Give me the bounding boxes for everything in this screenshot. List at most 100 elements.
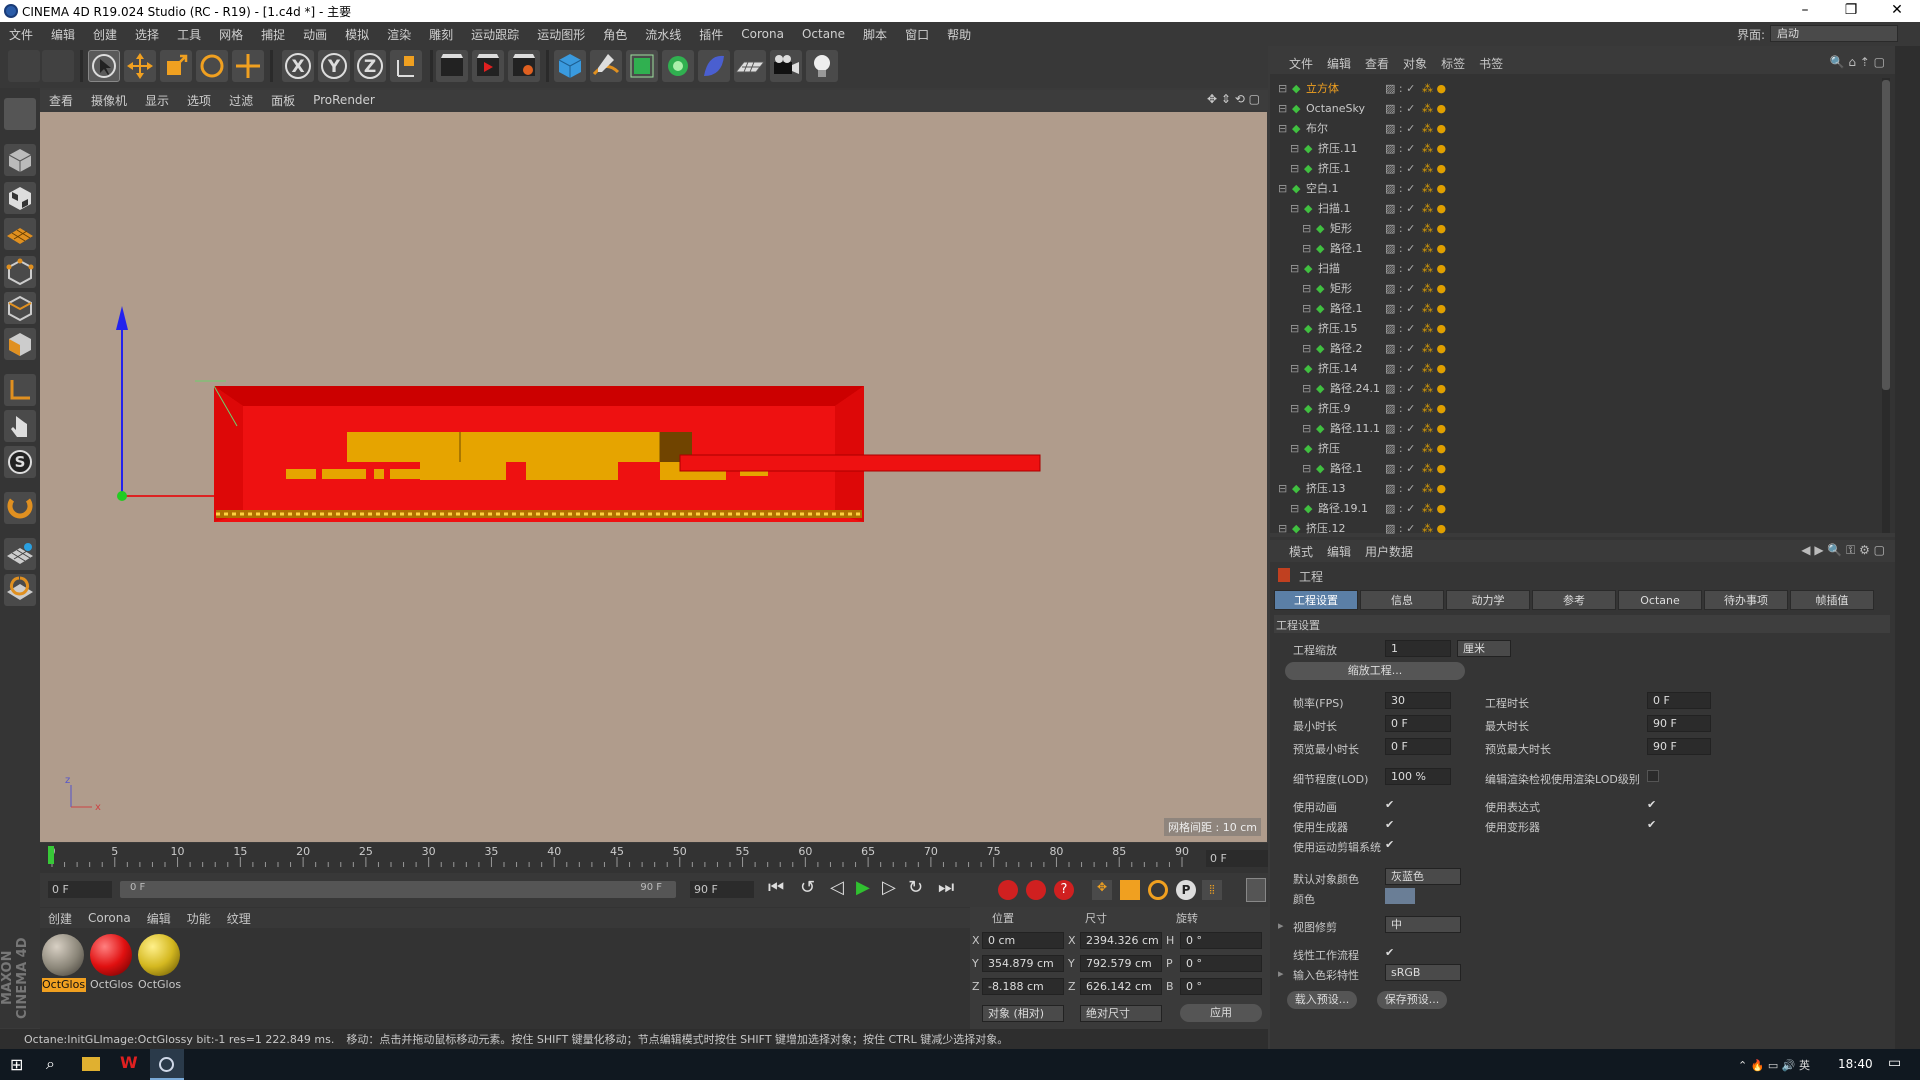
expand-icon[interactable]: ⊟ (1278, 122, 1287, 135)
tray-icons[interactable]: ⌃ 🔥 ▭ 🔊 英 (1738, 1057, 1810, 1073)
y-axis-arrow-icon[interactable] (116, 306, 128, 330)
menu-file[interactable]: 文件 (0, 26, 42, 43)
object-flags[interactable]: ▨ : ✓ (1385, 122, 1415, 135)
tab-info[interactable]: 信息 (1360, 590, 1444, 610)
view-clip-arrow-icon[interactable]: ▸ (1278, 919, 1284, 932)
make-editable-icon[interactable] (4, 98, 36, 130)
x-axis-lock-icon[interactable]: X (282, 50, 314, 82)
rotate-tool-icon[interactable] (196, 50, 228, 82)
object-tags[interactable]: ⁂ ● (1422, 442, 1446, 455)
timeline-playhead[interactable] (48, 846, 54, 864)
rot-h-field[interactable]: 0 ° (1180, 932, 1262, 949)
rot-b-field[interactable]: 0 ° (1180, 978, 1262, 995)
tweak-mode-icon[interactable] (4, 410, 36, 442)
deformer-icon[interactable] (698, 50, 730, 82)
expand-icon[interactable]: ⊟ (1290, 202, 1299, 215)
object-row[interactable]: ⊟ ◆ 挤压.15 ▨ : ✓ ⁂ ● (1270, 318, 1882, 338)
min-time-field[interactable]: 0 F (1385, 715, 1451, 732)
go-to-end-icon[interactable]: ⏭ (938, 877, 954, 898)
coord-mode-select[interactable]: 对象 (相对) (982, 1005, 1064, 1022)
start-frame-field[interactable]: 0 F (48, 881, 112, 898)
object-row[interactable]: ⊟ ◆ 路径.11.1 ▨ : ✓ ⁂ ● (1270, 418, 1882, 438)
expand-icon[interactable]: ⊟ (1290, 162, 1299, 175)
object-row[interactable]: ⊟ ◆ 路径.1 ▨ : ✓ ⁂ ● (1270, 298, 1882, 318)
objmgr-menu-tags[interactable]: 标签 (1434, 55, 1472, 72)
cloner-icon[interactable] (662, 50, 694, 82)
windows-start-icon[interactable]: ⊞ (10, 1055, 23, 1074)
expand-icon[interactable]: ⊟ (1302, 342, 1311, 355)
floor-icon[interactable] (734, 50, 766, 82)
size-y-field[interactable]: 792.579 cm (1080, 955, 1162, 972)
y-axis-lock-icon[interactable]: Y (318, 50, 350, 82)
pos-z-field[interactable]: -8.188 cm (982, 978, 1064, 995)
object-row[interactable]: ⊟ ◆ 挤压.13 ▨ : ✓ ⁂ ● (1270, 478, 1882, 498)
object-row[interactable]: ⊟ ◆ 路径.1 ▨ : ✓ ⁂ ● (1270, 238, 1882, 258)
quantize-icon[interactable] (4, 574, 36, 606)
menu-octane[interactable]: Octane (793, 27, 854, 41)
object-flags[interactable]: ▨ : ✓ (1385, 442, 1415, 455)
menu-tools[interactable]: 工具 (168, 26, 210, 43)
object-row[interactable]: ⊟ ◆ 立方体 ▨ : ✓ ⁂ ● (1270, 78, 1882, 98)
material-menu-texture[interactable]: 纹理 (219, 910, 259, 927)
key-param-icon[interactable]: P (1176, 880, 1196, 900)
expand-icon[interactable]: ⊟ (1278, 522, 1287, 535)
range-slider[interactable]: 0 F 90 F (120, 881, 676, 898)
expand-icon[interactable]: ⊟ (1278, 82, 1287, 95)
tab-octane-render[interactable]: Octane Render (1618, 590, 1702, 627)
object-flags[interactable]: ▨ : ✓ (1385, 342, 1415, 355)
edges-mode-icon[interactable] (4, 292, 36, 324)
expand-icon[interactable]: ⊟ (1302, 422, 1311, 435)
pos-x-field[interactable]: 0 cm (982, 932, 1064, 949)
minimize-button[interactable]: – (1782, 0, 1828, 22)
color-swatch[interactable] (1385, 888, 1415, 904)
attr-menu-edit[interactable]: 编辑 (1320, 543, 1358, 560)
viewport-menu-options[interactable]: 选项 (178, 92, 220, 109)
object-flags[interactable]: ▨ : ✓ (1385, 102, 1415, 115)
object-flags[interactable]: ▨ : ✓ (1385, 382, 1415, 395)
object-tags[interactable]: ⁂ ● (1422, 322, 1446, 335)
object-tags[interactable]: ⁂ ● (1422, 502, 1446, 515)
menu-window[interactable]: 窗口 (896, 26, 938, 43)
material-menu-create[interactable]: 创建 (40, 910, 80, 927)
object-row[interactable]: ⊟ ◆ 布尔 ▨ : ✓ ⁂ ● (1270, 118, 1882, 138)
default-color-select[interactable]: 灰蓝色 (1385, 868, 1461, 885)
object-flags[interactable]: ▨ : ✓ (1385, 202, 1415, 215)
enable-axis-icon[interactable] (4, 374, 36, 406)
object-flags[interactable]: ▨ : ✓ (1385, 142, 1415, 155)
object-tags[interactable]: ⁂ ● (1422, 182, 1446, 195)
object-flags[interactable]: ▨ : ✓ (1385, 222, 1415, 235)
tab-todo[interactable]: 待办事项 (1704, 590, 1788, 610)
object-flags[interactable]: ▨ : ✓ (1385, 502, 1415, 515)
viewport-menu-camera[interactable]: 摄像机 (82, 92, 136, 109)
material-swatch-2[interactable]: OctGlos (90, 934, 134, 994)
viewport-menu-filter[interactable]: 过滤 (220, 92, 262, 109)
attr-menu-userdata[interactable]: 用户数据 (1358, 543, 1420, 560)
menu-help[interactable]: 帮助 (938, 26, 980, 43)
viewport-menu-display[interactable]: 显示 (136, 92, 178, 109)
object-flags[interactable]: ▨ : ✓ (1385, 82, 1415, 95)
key-rotation-icon[interactable] (1148, 880, 1168, 900)
menu-pipeline[interactable]: 流水线 (636, 26, 690, 43)
pen-spline-icon[interactable] (590, 50, 622, 82)
viewport-menu-panel[interactable]: 面板 (262, 92, 304, 109)
objmgr-menu-bookmarks[interactable]: 书签 (1472, 55, 1510, 72)
record-keys-icon[interactable] (998, 880, 1018, 900)
redo-icon[interactable] (42, 50, 74, 82)
object-tags[interactable]: ⁂ ● (1422, 482, 1446, 495)
object-tags[interactable]: ⁂ ● (1422, 402, 1446, 415)
object-tags[interactable]: ⁂ ● (1422, 122, 1446, 135)
save-preset-button[interactable]: 保存预设... (1377, 991, 1447, 1009)
objmgr-menu-file[interactable]: 文件 (1282, 55, 1320, 72)
undo-icon[interactable] (8, 50, 40, 82)
object-row[interactable]: ⊟ ◆ 挤压.12 ▨ : ✓ ⁂ ● (1270, 518, 1882, 538)
cinema4d-taskbar-icon[interactable] (150, 1049, 184, 1080)
menu-corona[interactable]: Corona (732, 27, 793, 41)
select-tool-icon[interactable] (88, 50, 120, 82)
expand-icon[interactable]: ⊟ (1290, 362, 1299, 375)
key-scale-icon[interactable] (1120, 880, 1140, 900)
attr-nav-icons[interactable]: ◀ ▶ 🔍 ⚿ ⚙ ▢ (1801, 543, 1885, 558)
object-tags[interactable]: ⁂ ● (1422, 102, 1446, 115)
object-flags[interactable]: ▨ : ✓ (1385, 182, 1415, 195)
expand-icon[interactable]: ⊟ (1290, 402, 1299, 415)
camera-icon[interactable] (770, 50, 802, 82)
